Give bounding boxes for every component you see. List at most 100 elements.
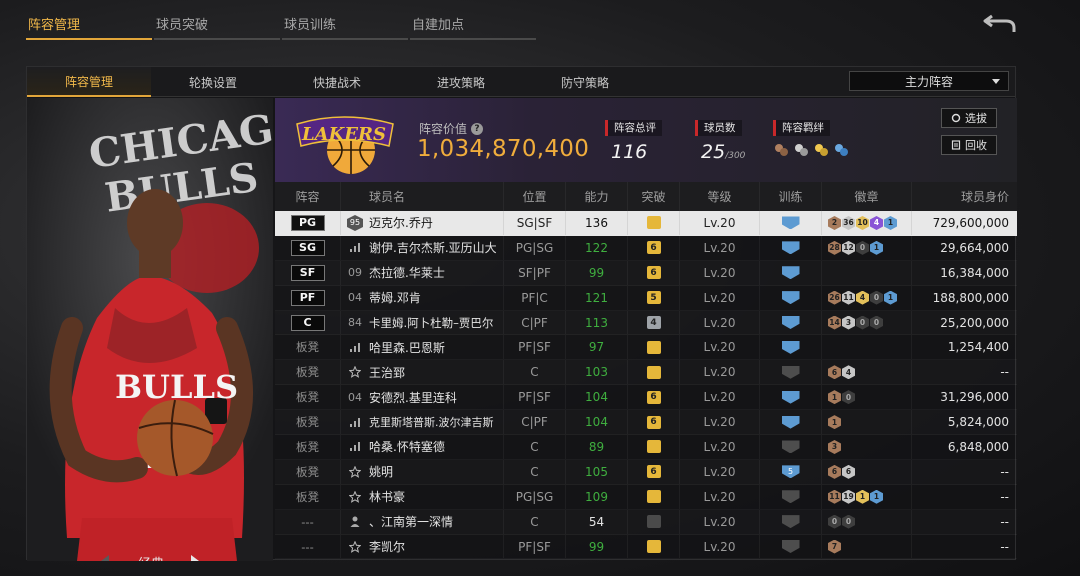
player-name: 、江南第一深情	[369, 515, 454, 530]
salary-cell: 29,664,000	[940, 240, 1009, 255]
bench-label: 板凳	[296, 340, 319, 355]
bench-label: 板凳	[296, 415, 319, 430]
player-name: 王治郅	[369, 365, 406, 380]
breakthrough-badge: 6	[646, 241, 661, 255]
count-value: 25/300	[695, 141, 745, 163]
level-cell: Lv.20	[680, 385, 760, 410]
position-tag: SF	[290, 264, 325, 281]
salary-cell: 16,384,000	[940, 265, 1009, 280]
breakthrough-cell: 6	[628, 260, 680, 285]
top-tab-training[interactable]: 球员训练	[282, 8, 408, 40]
badge-icon: 2	[828, 215, 841, 230]
count-block: 球员数 25/300	[695, 116, 745, 163]
table-row[interactable]: 板凳 04 安德烈.基里连科 PF|SF 104 6 Lv.20 1 0 31,296,000	[275, 385, 1017, 411]
sub-tab-defense[interactable]: 防守策略	[523, 67, 647, 97]
table-row[interactable]: 板凳 克里斯塔普斯.波尔津吉斯 C|PF 104 6 Lv.20 1 5,824,000	[275, 410, 1017, 436]
salary-cell: 188,800,000	[932, 290, 1009, 305]
table-row[interactable]: --- 李凯尔 PF|SF 99 Lv.20 7 --	[275, 534, 1017, 560]
count-label: 球员数	[695, 120, 742, 136]
table-row[interactable]: SF 09 杰拉德.华莱士 SF|PF 99 6 Lv.20 16,384,000	[275, 260, 1017, 286]
ability-cell: 122	[566, 235, 628, 260]
signal-bars-icon	[347, 342, 363, 352]
bond-gold-icon[interactable]	[813, 142, 829, 158]
breakthrough-badge: 6	[646, 415, 661, 429]
table-row[interactable]: SG 谢伊.吉尔杰斯.亚历山大 PG|SG 122 6 Lv.20 28 12 0 1 29,664…	[275, 235, 1017, 261]
sub-tab-offense[interactable]: 进攻策略	[399, 67, 523, 97]
slot-cell: PG	[275, 211, 341, 235]
breakthrough-cell: 6	[628, 385, 680, 410]
table-row[interactable]: 板凳 林书豪 PG|SG 109 Lv.20 11 19 1 1 --	[275, 484, 1017, 510]
salary-cell: --	[1000, 365, 1009, 380]
lineup-select[interactable]: 主力阵容	[849, 71, 1009, 91]
top-tabs: 阵容管理 球员突破 球员训练 自建加点	[26, 8, 538, 40]
jersey-number: 04	[348, 291, 362, 305]
badge-icon: 36	[842, 215, 855, 230]
training-shield-icon	[781, 241, 800, 255]
table-row[interactable]: 板凳 王治郅 C 103 Lv.20 6 4 --	[275, 360, 1017, 386]
sub-tab-lineup[interactable]: 阵容管理	[27, 67, 151, 97]
breakthrough-cell	[628, 360, 680, 385]
badge-icon: 6	[842, 464, 855, 479]
sub-tab-quick-tactics[interactable]: 快捷战术	[275, 67, 399, 97]
level-cell: Lv.20	[680, 509, 760, 534]
help-icon[interactable]: ?	[471, 122, 484, 135]
level-cell: Lv.20	[680, 211, 760, 235]
lineup-select-value: 主力阵容	[904, 74, 953, 89]
header-name: 球员名	[341, 182, 504, 211]
select-button[interactable]: 选拔	[941, 108, 997, 128]
bench-label: ---	[301, 514, 314, 529]
badge-icon: 1	[884, 215, 897, 230]
level-cell: Lv.20	[680, 360, 760, 385]
prev-arrow-icon[interactable]	[99, 554, 111, 561]
header-breakthrough: 突破	[628, 182, 680, 211]
training-shield-icon	[781, 440, 800, 454]
salary-cell: 729,600,000	[932, 215, 1009, 230]
badge-icon: 6	[828, 365, 841, 380]
svg-text:LAKERS: LAKERS	[301, 124, 386, 145]
name-cell: 姚明	[341, 459, 504, 484]
top-tab-lineup[interactable]: 阵容管理	[26, 8, 152, 40]
badge-icon: 1	[856, 489, 869, 504]
refresh-icon	[951, 113, 961, 123]
training-cell	[760, 211, 822, 235]
chevron-down-icon	[992, 79, 1000, 84]
bond-silver-icon[interactable]	[793, 142, 809, 158]
table-row[interactable]: C 84 卡里姆.阿卜杜勒–贾巴尔 C|PF 113 4 Lv.20 14 3 0 0 25,200,…	[275, 310, 1017, 336]
table-row[interactable]: --- 、江南第一深情 C 54 Lv.20 0 0 --	[275, 509, 1017, 535]
salary-cell: 1,254,400	[947, 340, 1009, 355]
table-row[interactable]: 板凳 哈里森.巴恩斯 PF|SF 97 Lv.20 1,254,400	[275, 335, 1017, 361]
recycle-button[interactable]: 回收	[941, 135, 997, 155]
table-row[interactable]: PF 04 蒂姆.邓肯 PF|C 121 5 Lv.20 26 11 4 0 1 188,800,000	[275, 285, 1017, 311]
bond-bronze-icon[interactable]	[773, 142, 789, 158]
next-arrow-icon[interactable]	[189, 554, 201, 561]
player-name: 克里斯塔普斯.波尔津吉斯	[369, 416, 494, 430]
table-row[interactable]: 板凳 哈桑.怀特塞德 C 89 Lv.20 3 6,848,000	[275, 435, 1017, 460]
top-tab-breakthrough[interactable]: 球员突破	[154, 8, 280, 40]
top-tab-custom-points[interactable]: 自建加点	[410, 8, 536, 40]
bond-icons	[773, 142, 849, 158]
table-row[interactable]: PG 95 迈克尔.乔丹 SG|SF 136 Lv.20 2 36 10 4 1 729,600,00…	[275, 211, 1017, 236]
slot-cell: ---	[275, 509, 341, 534]
name-cell: 王治郅	[341, 360, 504, 385]
level-cell: Lv.20	[680, 459, 760, 484]
player-name: 安德烈.基里连科	[369, 390, 457, 405]
player-name: 林书豪	[369, 490, 406, 505]
table-row[interactable]: 板凳 姚明 C 105 6 Lv.20 5 6 6 --	[275, 459, 1017, 485]
bond-blue-icon[interactable]	[833, 142, 849, 158]
position-cell: SG|SF	[504, 211, 566, 235]
signal-bars-icon	[347, 417, 363, 427]
rating-block: 阵容总评 116	[605, 116, 662, 163]
training-shield-icon	[781, 266, 800, 280]
training-cell	[760, 484, 822, 509]
level-cell: Lv.20	[680, 484, 760, 509]
badge-icon: 11	[842, 290, 855, 305]
back-icon[interactable]	[982, 10, 1018, 36]
training-cell: 5	[760, 459, 822, 484]
sub-tab-rotation[interactable]: 轮换设置	[151, 67, 275, 97]
breakthrough-badge	[646, 365, 661, 379]
name-cell: 95 迈克尔.乔丹	[341, 211, 504, 235]
slot-cell: PF	[275, 285, 341, 310]
breakthrough-badge: 5	[646, 291, 661, 305]
table-header: 阵容 球员名 位置 能力 突破 等级 训练 徽章 球员身价	[275, 182, 1017, 211]
ability-cell: 103	[566, 360, 628, 385]
